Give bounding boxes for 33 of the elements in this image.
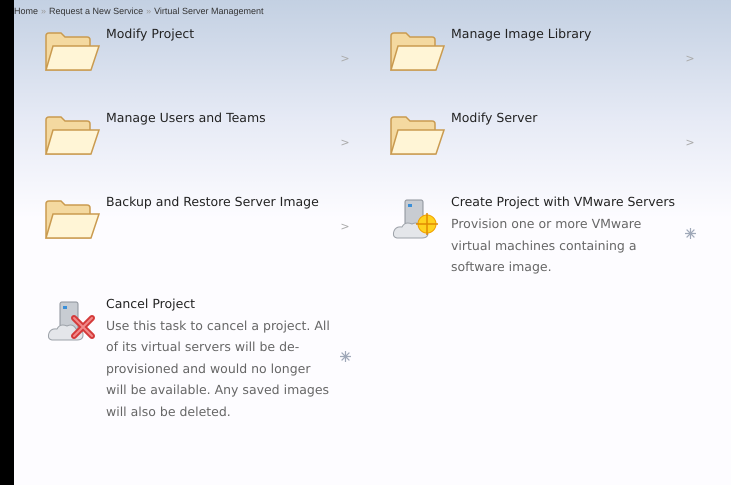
menu-item[interactable]: Modify Project > xyxy=(38,22,383,92)
task-item[interactable]: Cancel Project Use this task to cancel a project. All of its virtual servers will be de-provisioned and would no longer will be available. Any saved images will also be deleted. xyxy=(38,292,383,422)
breadcrumb-link[interactable]: Home xyxy=(14,6,38,16)
chevron-text: > xyxy=(685,136,695,151)
folder-icon xyxy=(43,198,101,242)
menu-item[interactable]: Backup and Restore Server Image > xyxy=(38,190,383,278)
chevron-text: > xyxy=(340,52,350,67)
folder-icon xyxy=(388,30,446,74)
item-title: Backup and Restore Server Image xyxy=(106,193,320,211)
folder-icon xyxy=(43,30,101,74)
folder-icon xyxy=(388,114,446,158)
menu-item[interactable]: Modify Server > xyxy=(383,106,728,176)
folder-icon xyxy=(43,114,101,158)
item-description: Provision one or more VMware virtual machines containing a software image. xyxy=(451,215,642,276)
chevron-text: > xyxy=(340,220,350,235)
asterisk-icon xyxy=(684,228,696,240)
item-title: Modify Server xyxy=(451,109,538,127)
item-title: Manage Users and Teams xyxy=(106,109,267,127)
item-title: Manage Image Library xyxy=(451,25,592,43)
menu-item[interactable]: Manage Image Library > xyxy=(383,22,728,92)
task-item[interactable]: Create Project with VMware Servers Provision one or more VMware virtual machines containing a software image. xyxy=(383,190,728,278)
item-title: Modify Project xyxy=(106,25,196,43)
item-title: Cancel Project xyxy=(106,294,196,313)
chevron-text: > xyxy=(340,136,350,151)
breadcrumb-current: Virtual Server Management xyxy=(154,6,264,16)
breadcrumb-separator: » xyxy=(41,6,46,16)
item-title: Create Project with VMware Servers xyxy=(451,193,675,211)
asterisk-icon xyxy=(340,351,350,362)
breadcrumb-separator: » xyxy=(146,6,152,16)
menu-item[interactable]: Manage Users and Teams > xyxy=(38,106,383,176)
chevron-text: > xyxy=(685,52,695,67)
breadcrumb-link[interactable]: Request a New Service xyxy=(49,6,144,16)
item-description: Use this task to cancel a project. All of its virtual servers will be de-provisioned and would no longer will be available. Any saved images will also be deleted. xyxy=(106,316,330,420)
